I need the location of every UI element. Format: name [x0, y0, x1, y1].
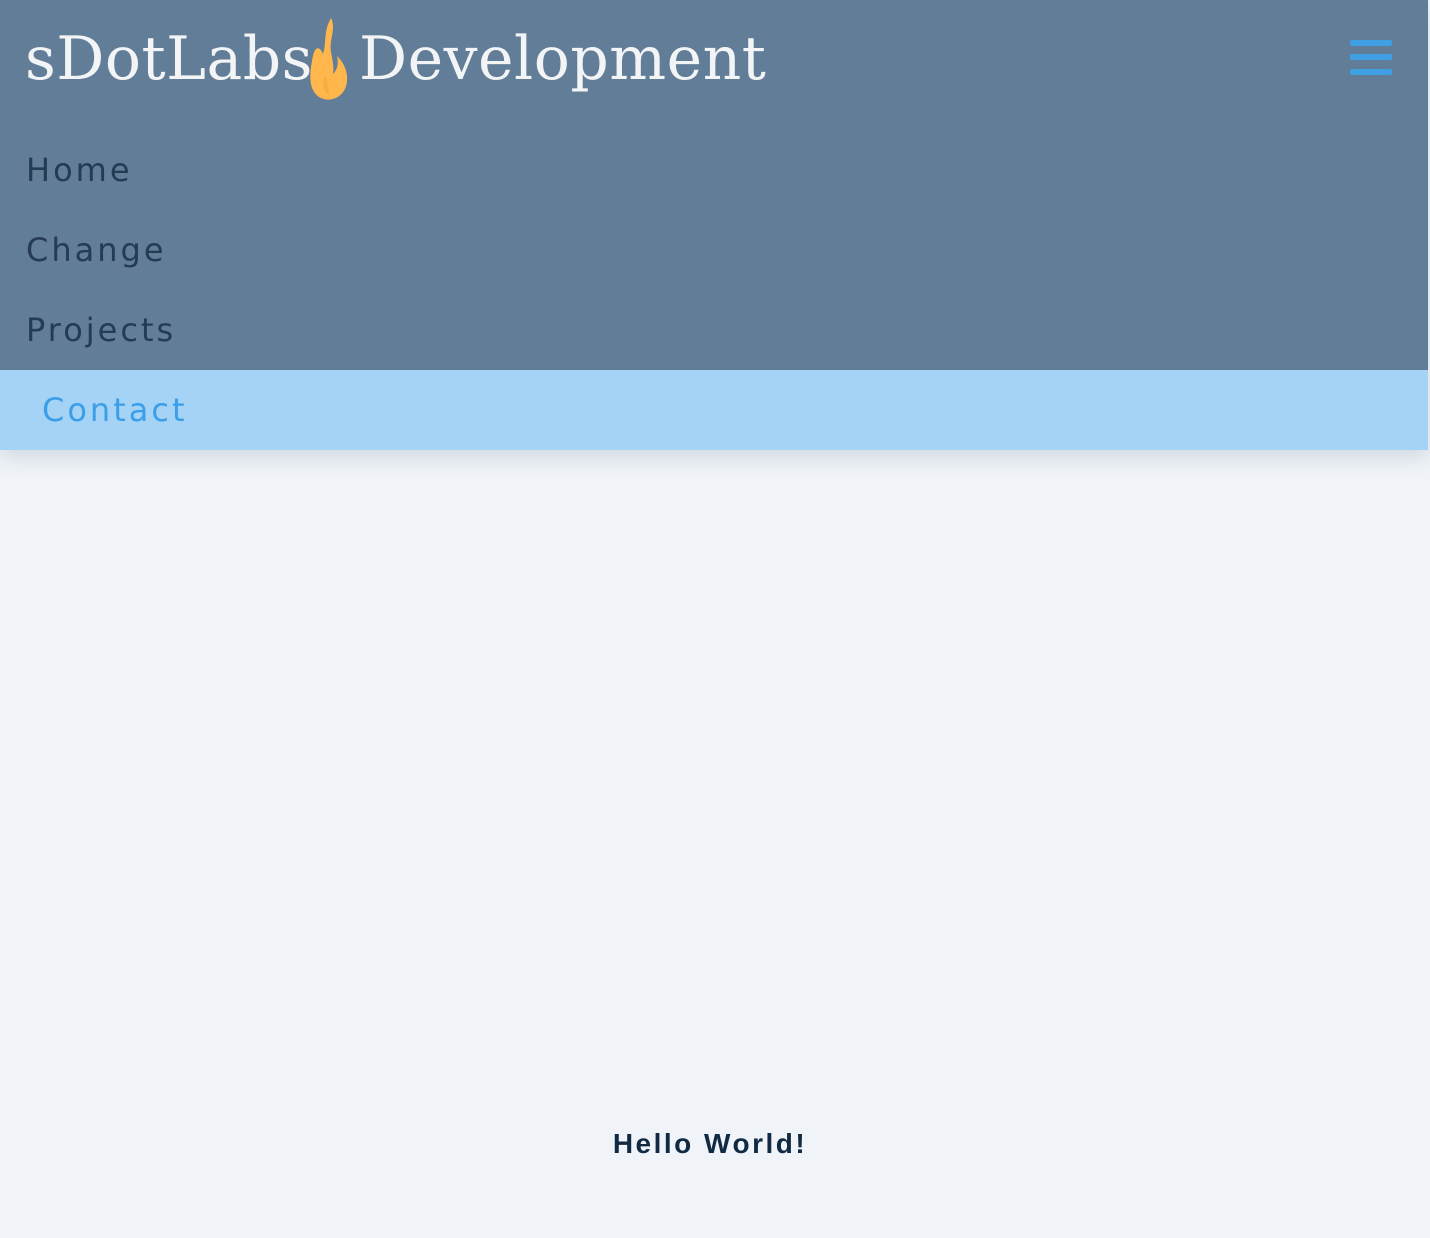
brand-name-right: Development [359, 24, 767, 94]
menu-bar-top [1350, 40, 1392, 46]
menu-bar-bottom [1350, 69, 1392, 75]
menu-bar-middle [1350, 54, 1392, 60]
brand-logo-link[interactable]: sDotLabs Development [25, 14, 766, 104]
site-header: sDotLabs Development Home Change Project… [0, 0, 1428, 450]
main-nav: Home Change Projects Contact [0, 130, 1428, 450]
nav-item-home[interactable]: Home [0, 130, 1428, 210]
nav-item-projects[interactable]: Projects [0, 290, 1428, 370]
greeting-heading: Hello World! [612, 1128, 808, 1159]
hamburger-menu-icon[interactable] [1348, 38, 1392, 78]
brand-name-left: sDotLabs [25, 24, 313, 94]
page: sDotLabs Development Home Change Project… [0, 0, 1430, 1238]
nav-item-change[interactable]: Change [0, 210, 1428, 290]
nav-item-contact[interactable]: Contact [0, 370, 1428, 450]
